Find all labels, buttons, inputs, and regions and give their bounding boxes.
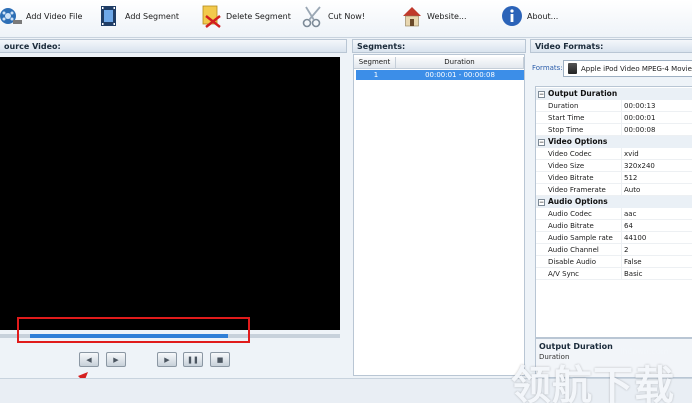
film-reel-icon [0,8,22,24]
property-key: Video Bitrate [548,172,622,184]
category-audio-options[interactable]: − Audio Options [536,196,692,208]
info-icon [502,6,522,26]
website-button[interactable]: Website... [401,2,467,30]
property-row[interactable]: Stop Time 00:00:08 [536,124,692,136]
property-value: 44100 [624,234,647,242]
segment-number: 1 [373,71,379,79]
toolbar: Add Video File Add Segment Delete Segmen… [0,0,692,38]
chevron-right-icon: ▶ [113,355,119,364]
property-row[interactable]: Video Bitrate 512 [536,172,692,184]
film-strip-icon [101,6,116,26]
video-formats-header: Video Formats: [530,39,692,53]
cut-now-label: Cut Now! [328,11,365,21]
highlight-box [17,317,250,343]
property-key: Audio Codec [548,208,622,220]
add-segment-label: Add Segment [125,11,180,21]
property-value: 00:00:08 [624,126,656,134]
category-title: Audio Options [548,197,608,206]
category-title: Output Duration [548,89,618,98]
segments-header: Segments: [352,39,526,53]
property-row[interactable]: Audio Codec aac [536,208,692,220]
property-value: False [624,258,642,266]
category-video-options[interactable]: − Video Options [536,136,692,148]
collapse-icon[interactable]: − [538,91,545,98]
property-key: A/V Sync [548,268,622,280]
website-label: Website... [427,11,467,21]
property-value: 512 [624,174,638,182]
property-value: 320x240 [624,162,655,170]
property-value: 64 [624,222,633,230]
stop-button[interactable]: ■ [210,352,230,367]
scissors-icon [302,6,321,28]
add-segment-button[interactable]: Add Segment [99,2,179,30]
category-output-duration[interactable]: − Output Duration [536,88,692,100]
delete-segment-button[interactable]: Delete Segment [200,2,291,30]
watermark-logo: 领航下载 [511,363,675,403]
property-value: xvid [624,150,639,158]
delete-document-icon [202,5,221,28]
add-video-file-button[interactable]: Add Video File [0,2,82,30]
property-row[interactable]: Audio Sample rate 44100 [536,232,692,244]
format-selected-value: Apple iPod Video MPEG-4 Movie [581,64,692,73]
property-key: Audio Sample rate [548,232,622,244]
collapse-icon[interactable]: − [538,139,545,146]
property-key: Audio Channel [548,244,622,256]
about-button[interactable]: About... [501,2,558,30]
delete-segment-label: Delete Segment [226,11,291,21]
property-row[interactable]: Duration 00:00:13 [536,100,692,112]
segments-table-header: Segment Duration [354,57,524,69]
property-key: Duration [548,100,622,112]
segments-list: Segment Duration 1 00:00:01 - 00:00:08 [353,54,525,376]
column-header-segment[interactable]: Segment [354,57,396,68]
collapse-icon[interactable]: − [538,199,545,206]
property-value: Auto [624,186,641,194]
property-key: Video Framerate [548,184,622,196]
property-value: 00:00:13 [624,102,656,110]
video-preview[interactable] [0,57,340,330]
formats-label: Formats: [532,64,563,72]
property-value: 2 [624,246,629,254]
property-row[interactable]: A/V Sync Basic [536,268,692,280]
property-key: Start Time [548,112,622,124]
pause-button[interactable]: ❚❚ [183,352,203,367]
property-value: aac [624,210,637,218]
column-header-duration[interactable]: Duration [396,57,524,68]
prev-frame-button[interactable]: ◀ [79,352,99,367]
property-key: Audio Bitrate [548,220,622,232]
ipod-icon [568,63,577,74]
format-select[interactable]: Apple iPod Video MPEG-4 Movie [563,60,692,77]
property-row[interactable]: Video Size 320x240 [536,160,692,172]
property-key: Disable Audio [548,256,622,268]
house-icon [403,7,421,27]
property-grid: − Output Duration Duration 00:00:13 Start… [535,86,692,338]
next-frame-button[interactable]: ▶ [106,352,126,367]
property-key: Video Size [548,160,622,172]
property-row[interactable]: Audio Channel 2 [536,244,692,256]
chevron-left-icon: ◀ [86,355,92,364]
property-row[interactable]: Video Codec xvid [536,148,692,160]
source-video-header: ource Video: [0,39,347,53]
property-value: Basic [624,270,643,278]
about-label: About... [527,11,559,21]
cut-now-button[interactable]: Cut Now! [302,2,365,30]
property-key: Video Codec [548,148,622,160]
segment-duration: 00:00:01 - 00:00:08 [425,71,495,79]
property-row[interactable]: Disable Audio False [536,256,692,268]
play-button[interactable]: ▶ [157,352,177,367]
add-video-file-label: Add Video File [26,11,83,21]
play-icon: ▶ [164,355,170,364]
pause-icon: ❚❚ [187,355,199,364]
segment-row[interactable]: 1 00:00:01 - 00:00:08 [356,70,524,80]
property-value: 00:00:01 [624,114,656,122]
property-row[interactable]: Video Framerate Auto [536,184,692,196]
stop-icon: ■ [216,355,224,364]
help-title: Output Duration [539,342,613,351]
property-row[interactable]: Start Time 00:00:01 [536,112,692,124]
category-title: Video Options [548,137,608,146]
property-key: Stop Time [548,124,622,136]
property-row[interactable]: Audio Bitrate 64 [536,220,692,232]
